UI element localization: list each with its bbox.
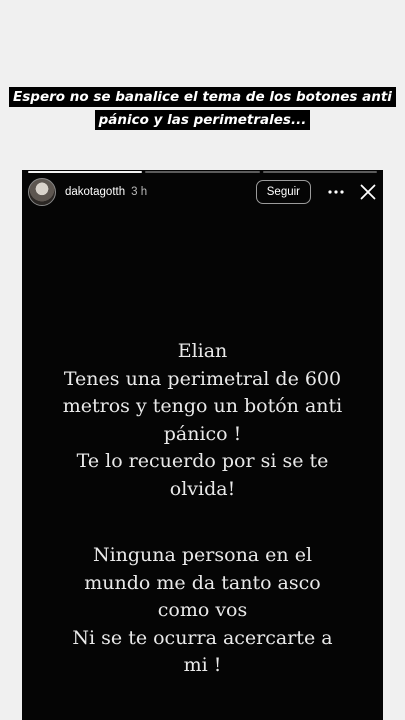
story-caption: Espero no se banalice el tema de los bot… — [0, 86, 405, 132]
follow-button[interactable]: Seguir — [255, 180, 311, 204]
story-text-line: Elian — [177, 340, 228, 362]
story-header: dakotagotth 3 h Seguir — [28, 178, 377, 206]
close-icon[interactable] — [359, 183, 377, 201]
story-text-line: mi ! — [183, 654, 222, 676]
progress-segment — [145, 171, 260, 173]
story-text-line: como vos — [157, 599, 248, 621]
caption-line-2: pánico y las perimetrales... — [94, 110, 311, 130]
more-horizontal-icon[interactable] — [327, 183, 345, 201]
progress-segment — [262, 171, 377, 173]
story-progress-bar — [28, 171, 377, 173]
story-text-line: Te lo recuerdo por si se te — [76, 450, 329, 472]
story-text-line: olvida! — [169, 477, 236, 500]
story-text-line: Ninguna persona en el — [92, 544, 313, 566]
story-text-line: Tenes una perimetral de 600 — [63, 367, 342, 390]
story-text-line: metros y tengo un botón anti — [62, 395, 343, 417]
story-text-line: Ni se te ocurra acercarte a — [72, 626, 333, 649]
story-text-line: pánico ! — [163, 422, 242, 445]
story-card[interactable]: dakotagotth 3 h Seguir Elian Tenes una p… — [22, 170, 383, 720]
caption-line-1: Espero no se banalice el tema de los bot… — [9, 87, 396, 107]
story-text-line: mundo me da tanto asco — [84, 571, 321, 594]
avatar[interactable] — [28, 178, 56, 206]
progress-segment — [28, 171, 143, 173]
username[interactable]: dakotagotth — [65, 186, 125, 198]
story-text: Elian Tenes una perimetral de 600 metros… — [22, 338, 383, 680]
timestamp: 3 h — [131, 186, 148, 198]
